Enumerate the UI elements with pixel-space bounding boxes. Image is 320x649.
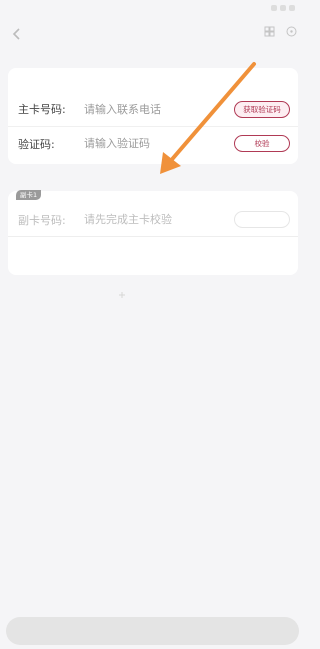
annotation-arrow bbox=[160, 62, 256, 174]
